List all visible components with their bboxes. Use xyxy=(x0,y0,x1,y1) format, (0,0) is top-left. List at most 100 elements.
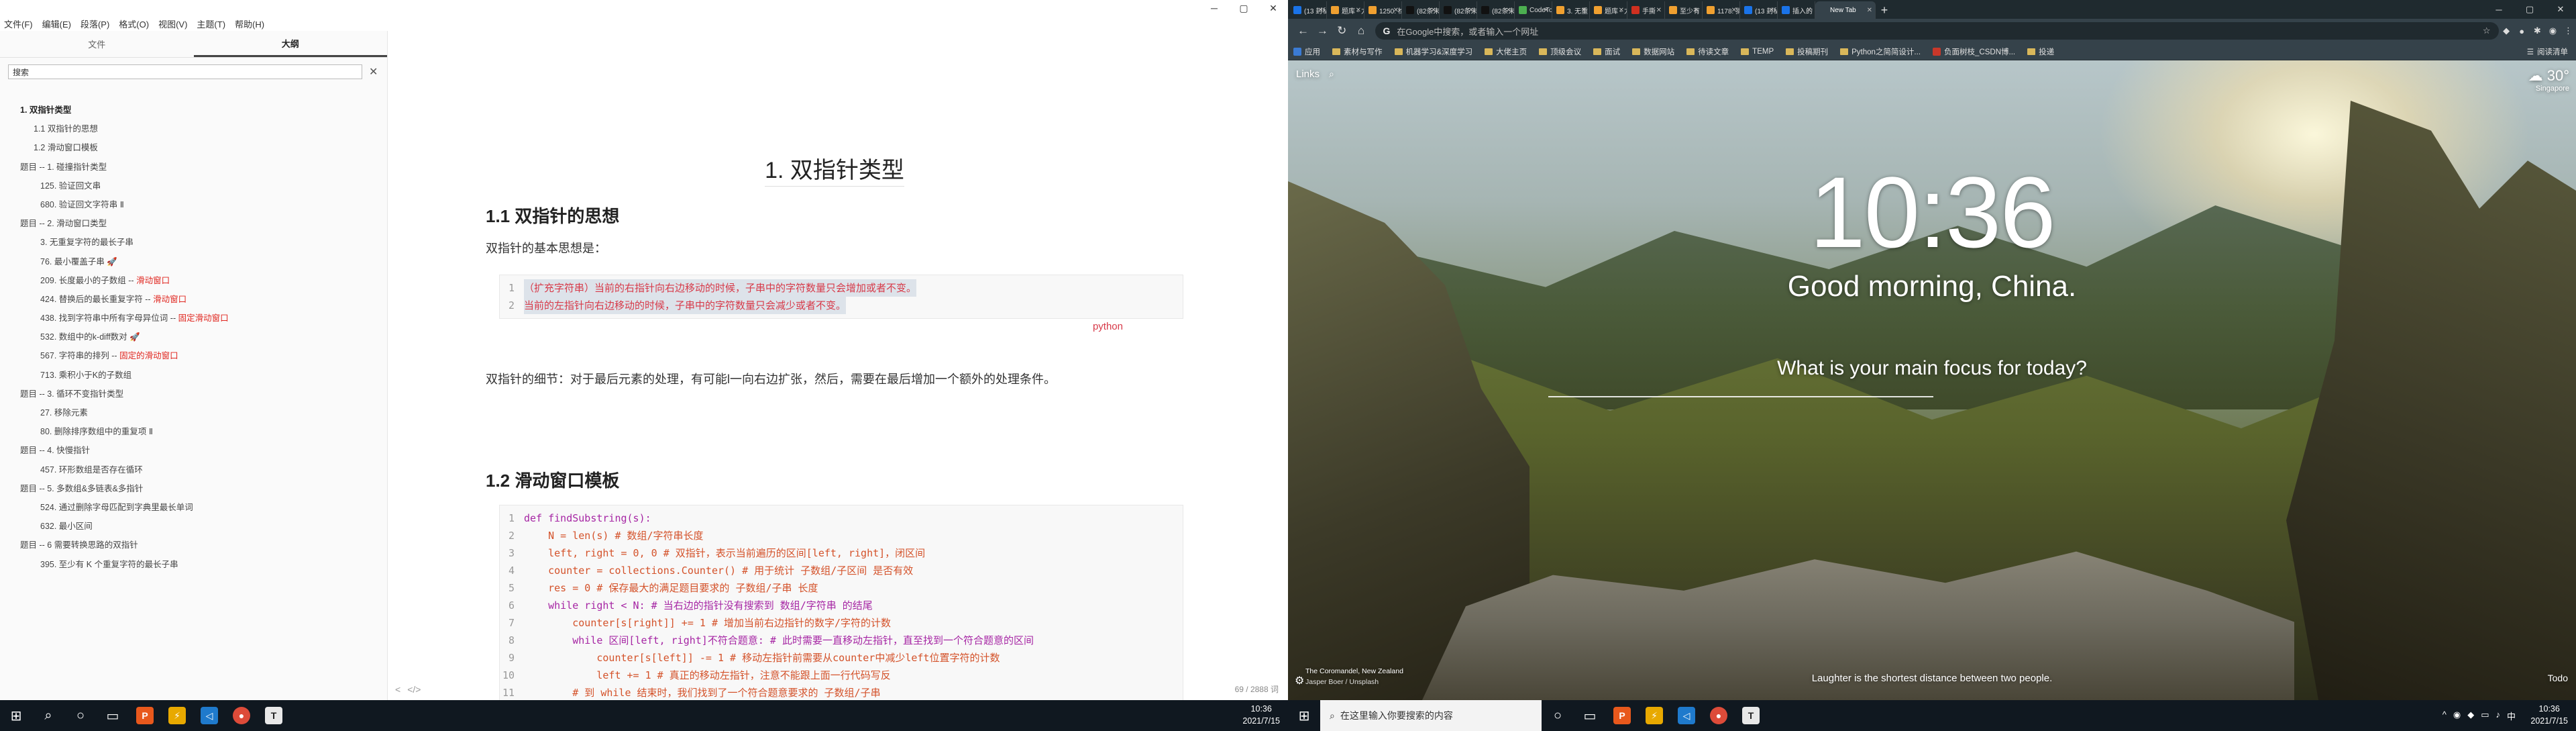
tray-app-icon[interactable]: ◆ xyxy=(2467,710,2474,722)
tab-close-icon[interactable]: ✕ xyxy=(1468,7,1474,14)
outline-item[interactable]: 424. 替换后的最长重复字符 -- 滑动窗口 xyxy=(20,290,382,309)
extension-icon[interactable]: ● xyxy=(2514,22,2530,40)
bookmark-item[interactable]: TEMP xyxy=(1741,48,1774,56)
task-view-icon[interactable]: ▭ xyxy=(1574,700,1606,731)
close-button[interactable]: ✕ xyxy=(1258,0,1288,16)
bookmark-star-icon[interactable]: ☆ xyxy=(2483,26,2491,36)
bookmark-item[interactable]: 面试 xyxy=(1593,46,1620,57)
browser-tab[interactable]: (82条未 ✕ xyxy=(1440,1,1477,19)
app-icon[interactable]: P xyxy=(129,700,161,731)
weather-widget[interactable]: ☁ 30° Singapore xyxy=(2528,67,2569,93)
source-code-icon[interactable]: </> xyxy=(407,684,421,695)
outline-item[interactable]: 680. 验证回文字符串 Ⅱ xyxy=(20,195,382,214)
bookmark-item[interactable]: 投稿期刊 xyxy=(1786,46,1828,57)
outline-item[interactable]: 题目 -- 2. 滑动窗口类型 xyxy=(20,214,382,233)
bookmark-item[interactable]: 待读文章 xyxy=(1686,46,1729,57)
tab-close-icon[interactable]: ✕ xyxy=(1731,7,1737,14)
tab-close-icon[interactable]: ✕ xyxy=(1619,7,1624,14)
menu-view[interactable]: 视图(V) xyxy=(158,17,187,30)
taskbar-search-box[interactable]: ⌕ 在这里输入你要搜索的内容 xyxy=(1320,700,1542,731)
reload-icon[interactable]: ↻ xyxy=(1332,21,1352,41)
tab-close-icon[interactable]: ✕ xyxy=(1694,7,1699,14)
search-icon[interactable]: ⌕ xyxy=(1329,68,1334,80)
typora-icon[interactable]: T xyxy=(1735,700,1767,731)
outline-item[interactable]: 632. 最小区间 xyxy=(20,517,382,536)
bookmark-item[interactable]: 顶级会议 xyxy=(1539,46,1581,57)
bookmark-item[interactable]: 素材与写作 xyxy=(1332,46,1383,57)
extensions-puzzle-icon[interactable]: ✱ xyxy=(2530,22,2545,40)
outline-item[interactable]: 125. 验证回文串 xyxy=(20,177,382,195)
tab-close-icon[interactable]: ✕ xyxy=(1807,7,1812,14)
links-widget[interactable]: Links ⌕ xyxy=(1296,68,1334,80)
new-tab-button[interactable]: + xyxy=(1876,1,1893,19)
code-block-2[interactable]: 1 def findSubstring(s): 2 N = len(s) # 数组/… xyxy=(499,505,1183,700)
bookmark-item[interactable]: 大佬主页 xyxy=(1485,46,1527,57)
maximize-button[interactable]: ▢ xyxy=(1229,0,1258,16)
browser-tab[interactable]: 插入的 ✕ xyxy=(1778,1,1815,19)
outline-item[interactable]: 532. 数组中的k-diff数对 🚀 xyxy=(20,328,382,346)
word-count[interactable]: 69 / 2888 词 xyxy=(1235,683,1279,695)
outline-item[interactable]: 题目 -- 3. 循环不变指针类型 xyxy=(20,385,382,403)
browser-tab[interactable]: 3. 无重 ✕ xyxy=(1552,1,1590,19)
app-icon[interactable]: ⚡ xyxy=(1638,700,1670,731)
menu-theme[interactable]: 主题(T) xyxy=(197,17,225,30)
browser-tab[interactable]: 题库 - 力✕ xyxy=(1590,1,1627,19)
taskbar-clock[interactable]: 10:36 2021/7/15 xyxy=(2530,703,2568,727)
todo-button[interactable]: Todo xyxy=(2548,673,2568,683)
extension-icon[interactable]: ◆ xyxy=(2499,22,2514,40)
tab-close-icon[interactable]: ✕ xyxy=(1656,7,1662,14)
browser-tab[interactable]: (82条未 ✕ xyxy=(1402,1,1440,19)
bookmark-item[interactable]: 投递 xyxy=(2027,46,2054,57)
windows-start-icon[interactable]: ⊞ xyxy=(0,700,32,731)
menu-format[interactable]: 格式(O) xyxy=(119,17,149,30)
forward-icon[interactable]: → xyxy=(1313,21,1332,41)
browser-tab[interactable]: 手撕 ✕ xyxy=(1627,1,1665,19)
taskbar-clock[interactable]: 10:36 2021/7/15 xyxy=(1242,703,1280,727)
tab-close-icon[interactable]: ✕ xyxy=(1544,7,1549,14)
tab-files[interactable]: 文件 xyxy=(0,31,194,57)
browser-tab[interactable]: (82条未 ✕ xyxy=(1477,1,1515,19)
menu-help[interactable]: 帮助(H) xyxy=(235,17,264,30)
vscode-icon[interactable]: ◁ xyxy=(193,700,225,731)
browser-tab[interactable]: (13 封私 ✕ xyxy=(1740,1,1778,19)
tray-chevron-icon[interactable]: ^ xyxy=(2443,710,2447,722)
outline-item[interactable]: 1. 双指针类型 xyxy=(20,101,382,119)
outline-item[interactable]: 209. 长度最小的子数组 -- 滑动窗口 xyxy=(20,271,382,290)
tab-close-icon[interactable]: ✕ xyxy=(1431,7,1436,14)
clear-search-icon[interactable]: ✕ xyxy=(369,65,378,79)
close-button[interactable]: ✕ xyxy=(2545,0,2576,19)
code-block-1[interactable]: 1 （扩充字符串）当前的右指针向右边移动的时候，子串中的字符数量只会增加或者不变。… xyxy=(499,275,1183,319)
minimize-button[interactable]: ─ xyxy=(1199,0,1229,16)
browser-tab[interactable]: 1250. 检✕ xyxy=(1364,1,1402,19)
windows-start-icon[interactable]: ⊞ xyxy=(1288,700,1320,731)
tray-app-icon[interactable]: ◉ xyxy=(2453,710,2461,722)
minimize-button[interactable]: ─ xyxy=(2483,0,2514,19)
bookmark-item[interactable]: 负面树枝_CSDN博... xyxy=(1933,46,2015,57)
cortana-icon[interactable]: ○ xyxy=(1542,700,1574,731)
chrome-icon[interactable]: ● xyxy=(225,700,258,731)
code-language-label[interactable]: python xyxy=(486,321,1170,332)
omnibox[interactable]: G 在Google中搜索，或者输入一个网址 ☆ xyxy=(1375,22,2499,40)
editor[interactable]: 1. 双指针类型 1.1 双指针的思想 双指针的基本思想是： 1 （扩充字符串）当… xyxy=(388,31,1288,700)
volume-icon[interactable]: ♪ xyxy=(2496,710,2500,722)
menu-edit[interactable]: 编辑(E) xyxy=(42,17,71,30)
menu-file[interactable]: 文件(F) xyxy=(4,17,33,30)
tab-close-icon[interactable]: ✕ xyxy=(1318,7,1324,14)
tab-close-icon[interactable]: ✕ xyxy=(1506,7,1511,14)
profile-icon[interactable]: ◉ xyxy=(2545,22,2561,40)
outline-item[interactable]: 438. 找到字符串中所有字母异位词 -- 固定滑动窗口 xyxy=(20,309,382,328)
menu-paragraph[interactable]: 段落(P) xyxy=(80,17,109,30)
chrome-icon[interactable]: ● xyxy=(1703,700,1735,731)
search-icon[interactable]: ⌕ xyxy=(32,700,64,731)
bookmark-item[interactable]: 数据网站 xyxy=(1632,46,1674,57)
app-icon[interactable]: P xyxy=(1606,700,1638,731)
bookmark-item[interactable]: 机器学习&深度学习 xyxy=(1394,46,1472,57)
outline-item[interactable]: 27. 移除元素 xyxy=(20,403,382,422)
menu-kebab-icon[interactable]: ⋮ xyxy=(2561,22,2576,40)
tab-close-icon[interactable]: ✕ xyxy=(1356,7,1361,14)
outline-item[interactable]: 395. 至少有 K 个重复字符的最长子串 xyxy=(20,555,382,574)
outline-item[interactable]: 1.1 双指针的思想 xyxy=(20,119,382,138)
ime-icon[interactable]: 中 xyxy=(2507,710,2516,722)
cortana-icon[interactable]: ○ xyxy=(64,700,97,731)
app-icon[interactable]: ⚡ xyxy=(161,700,193,731)
